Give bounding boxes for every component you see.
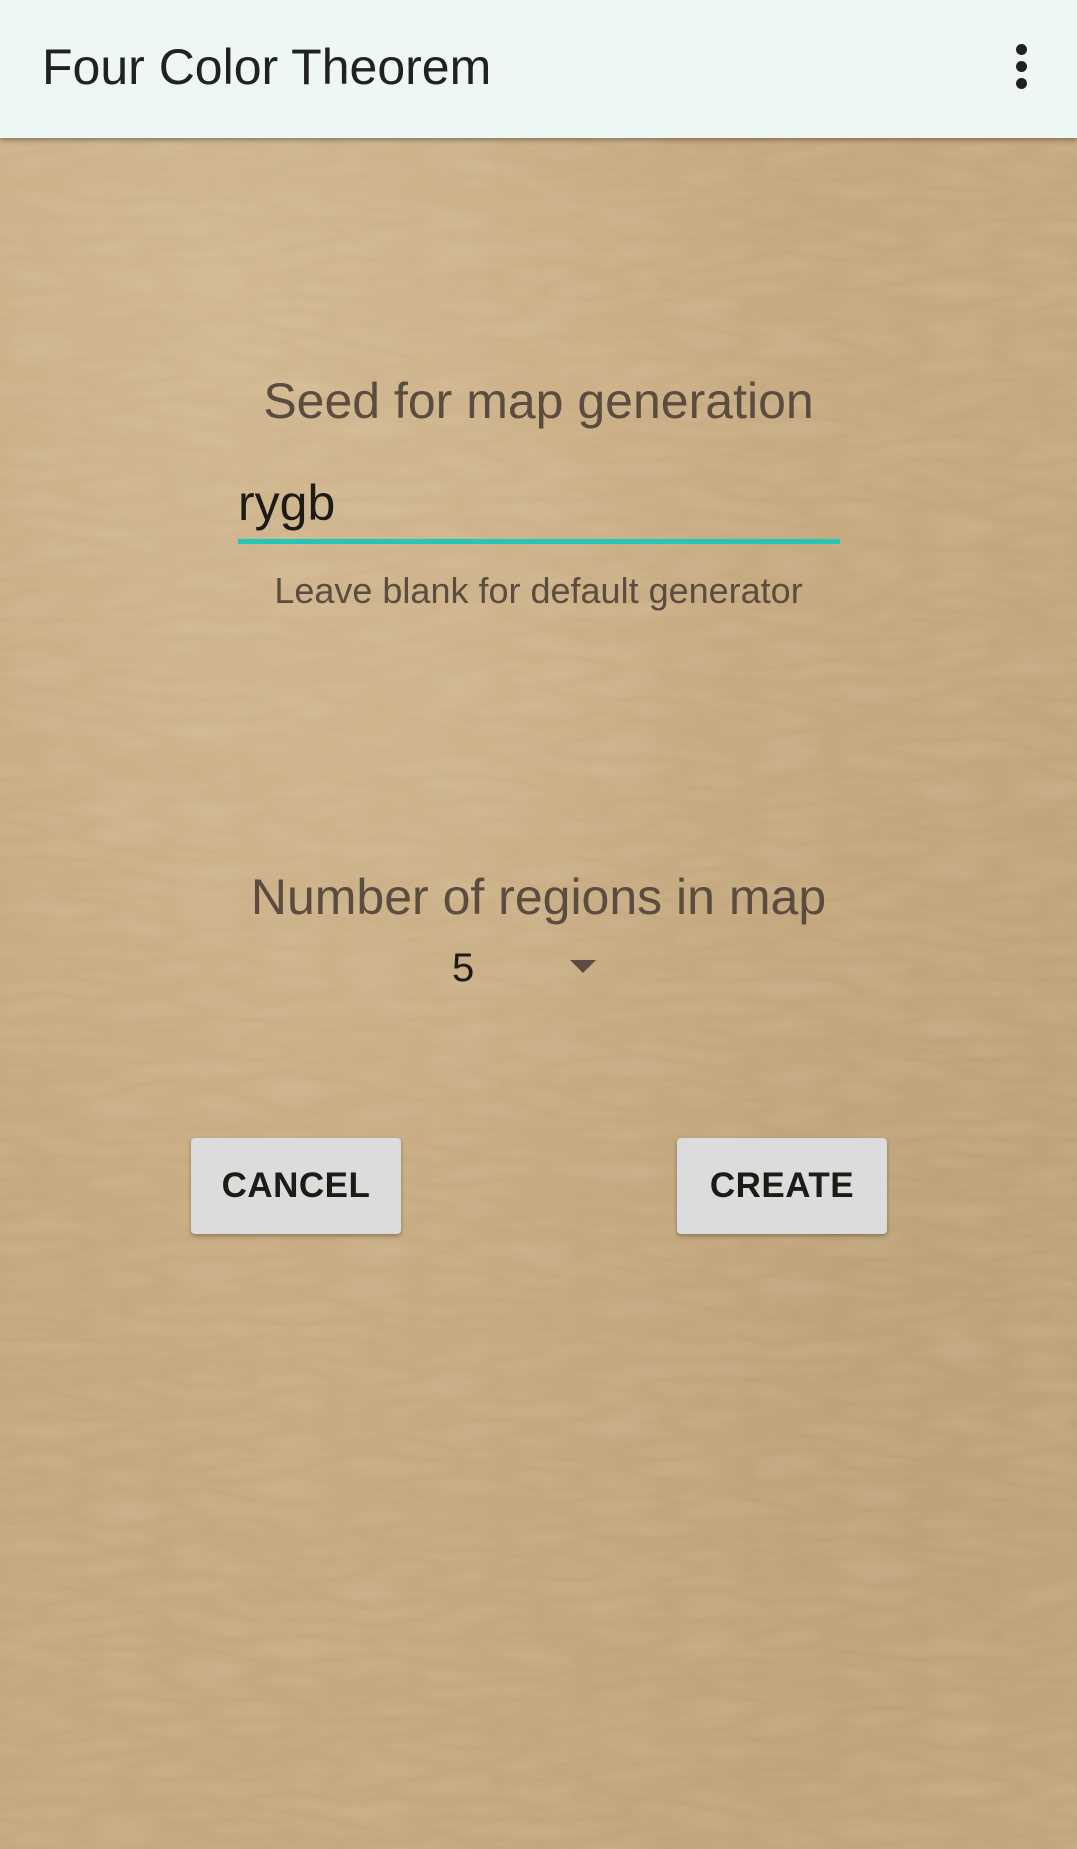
regions-selected-value: 5: [452, 946, 475, 990]
seed-input[interactable]: [238, 466, 840, 544]
seed-hint: Leave blank for default generator: [274, 570, 803, 611]
create-button[interactable]: CREATE: [677, 1138, 887, 1234]
seed-label: Seed for map generation: [263, 373, 814, 429]
regions-spinner[interactable]: 5: [440, 936, 610, 996]
more-vert-icon[interactable]: [1000, 36, 1044, 96]
dropdown-arrow-icon: [570, 960, 596, 973]
cancel-button[interactable]: CANCEL: [191, 1138, 401, 1234]
app-title: Four Color Theorem: [42, 39, 492, 95]
regions-label: Number of regions in map: [250, 869, 827, 925]
app-bar: Four Color Theorem: [0, 0, 1077, 138]
